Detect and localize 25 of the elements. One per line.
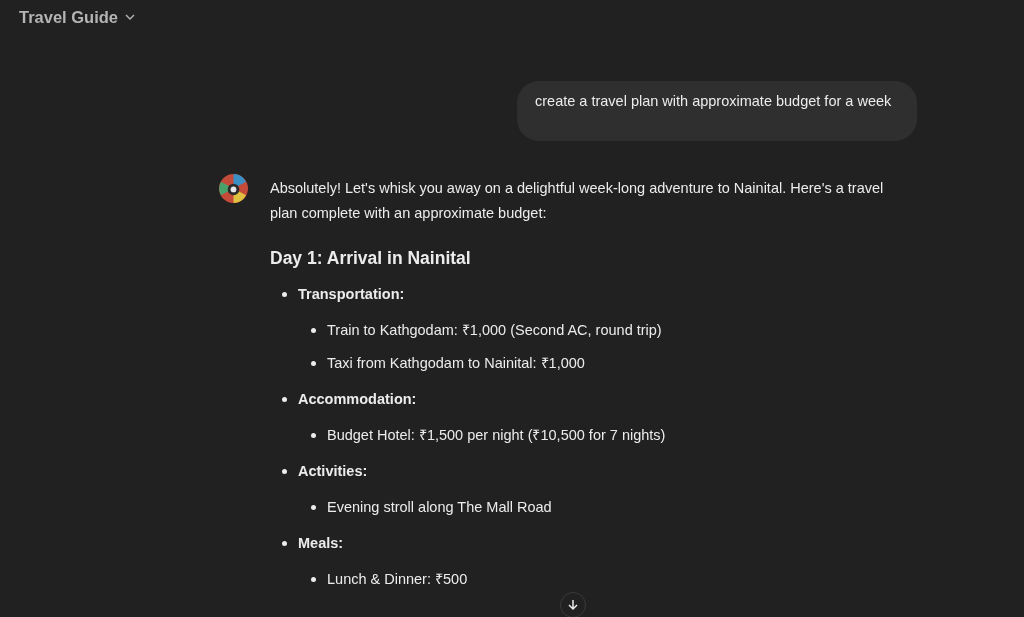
section-label: Meals: xyxy=(298,534,344,553)
section-label: Accommodation: xyxy=(298,390,417,409)
bullet-icon xyxy=(311,576,316,582)
avatar-icon xyxy=(219,174,248,203)
intro-paragraph: Absolutely! Let's whisk you away on a delightful week-long adventure to Nainital. Here's a travel plan complete with an approximate budget: xyxy=(270,179,885,223)
user-message: create a travel plan with approximate budget for a week xyxy=(517,81,917,141)
bullet-icon xyxy=(311,432,316,438)
list-item-text: Lunch & Dinner: ₹500 xyxy=(327,570,468,589)
arrow-down-icon xyxy=(567,599,579,611)
bullet-icon xyxy=(282,291,287,297)
bullet-icon xyxy=(311,360,316,366)
section-label: Activities: xyxy=(298,462,368,481)
list-item-text: Budget Hotel: ₹1,500 per night (₹10,500 for 7 nights) xyxy=(327,426,666,445)
chat-title[interactable]: Travel Guide xyxy=(19,7,119,27)
bullet-icon xyxy=(282,540,287,546)
list-item-text: Evening stroll along The Mall Road xyxy=(327,498,552,517)
day-heading: Day 1: Arrival in Nainital xyxy=(270,247,472,270)
bullet-icon xyxy=(282,468,287,474)
section-label: Transportation: xyxy=(298,285,405,304)
list-item-text: Train to Kathgodam: ₹1,000 (Second AC, round trip) xyxy=(327,321,662,340)
bullet-icon xyxy=(311,327,316,333)
bullet-icon xyxy=(282,396,287,402)
list-item-text: Taxi from Kathgodam to Nainital: ₹1,000 xyxy=(327,354,585,373)
scroll-down-button[interactable] xyxy=(560,592,586,617)
bullet-icon xyxy=(311,504,316,510)
